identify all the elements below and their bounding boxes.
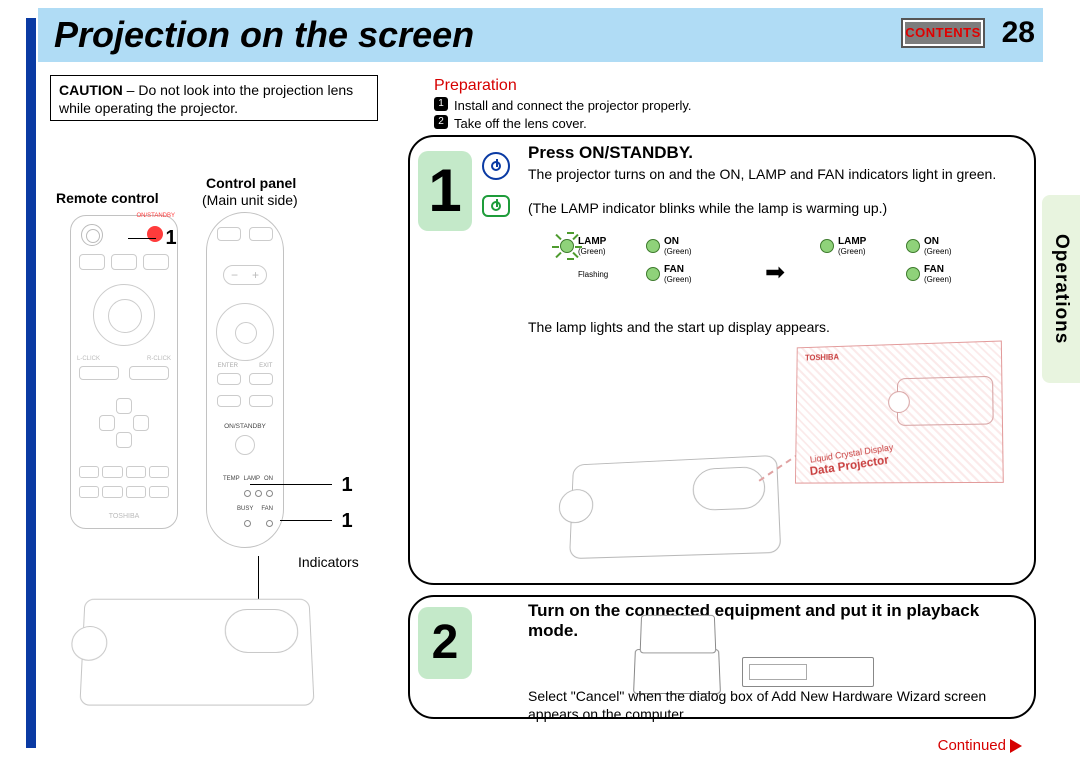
callout-1-leds: 1 — [334, 508, 360, 534]
remote-onstandby-label: ON/STANDBY — [136, 213, 175, 219]
preparation-title: Preparation — [434, 77, 517, 95]
screen-mini-projector-icon — [897, 376, 994, 426]
caution-bold: CAUTION — [59, 82, 123, 98]
page-number: 28 — [1002, 16, 1035, 50]
preparation-list: 1 Install and connect the projector prope… — [434, 97, 994, 133]
section-tab-label: Operations — [1050, 234, 1072, 344]
step-2-heading: Turn on the connected equipment and put … — [528, 601, 988, 642]
label-main-unit-side: (Main unit side) — [202, 192, 298, 208]
callout-1-panel: 1 — [334, 472, 360, 498]
panel-onstandby-label: ON/STANDBY — [207, 423, 283, 430]
remote-control-diagram: ON/STANDBY L-CLICK R-CLICK TOSHIBA — [70, 215, 178, 529]
remote-brand-label: TOSHIBA — [71, 513, 177, 520]
page-header: Projection on the screen CONTENTS 28 — [38, 8, 1043, 62]
panel-onstandby-button-icon — [235, 435, 255, 455]
step-2-panel: 2 Turn on the connected equipment and pu… — [408, 595, 1036, 719]
bullet-2-icon: 2 — [434, 115, 448, 129]
led-on-icon — [646, 239, 660, 253]
step-1-text-2: (The LAMP indicator blinks while the lam… — [528, 200, 1018, 216]
prep-item-2: Take off the lens cover. — [454, 115, 587, 133]
volume-rocker-icon: −+ — [223, 265, 267, 285]
remote-lclick-label: L-CLICK — [77, 356, 100, 362]
step-2-text: Select "Cancel" when the dialog box of A… — [528, 687, 1028, 723]
prep-item-1: Install and connect the projector proper… — [454, 97, 692, 115]
led-fan-icon — [906, 267, 920, 281]
caution-box: CAUTION – Do not look into the projectio… — [50, 75, 378, 121]
step-1-heading: Press ON/STANDBY. — [528, 143, 693, 163]
step-1-text-1: The projector turns on and the ON, LAMP … — [528, 165, 1018, 183]
led-lamp-flashing-icon — [560, 239, 574, 253]
label-indicators: Indicators — [298, 554, 359, 570]
continued-arrow-icon — [1010, 739, 1022, 753]
remote-laser-knob-icon — [81, 224, 103, 246]
step-1-number: 1 — [418, 151, 472, 231]
step-2-number: 2 — [418, 607, 472, 679]
indicator-diagram: LAMP (Green) ON (Green) Flashing — [560, 232, 990, 312]
panel-leds: TEMPLAMPON BUSYFAN — [219, 471, 273, 531]
led-fan-icon — [646, 267, 660, 281]
arrow-right-icon: ➡ — [765, 258, 785, 287]
remote-dpad-icon — [99, 398, 149, 448]
page-title: Projection on the screen — [38, 14, 474, 56]
step-1-text-3: The lamp lights and the start up display… — [528, 319, 1018, 335]
projector-diagram-left — [79, 599, 314, 706]
screen-brand: TOSHIBA — [805, 353, 839, 363]
power-icon-panel — [482, 195, 510, 217]
control-panel-diagram: −+ ENTEREXIT ON/STANDBY TEMPLAMPON BUSYF… — [206, 212, 284, 548]
vcr-icon — [742, 657, 874, 687]
side-stripe — [26, 18, 36, 748]
continued-label: Continued — [938, 737, 1022, 754]
projector-diagram-step1 — [569, 455, 781, 559]
step-1-panel: 1 Press ON/STANDBY. The projector turns … — [408, 135, 1036, 585]
remote-rclick-label: R-CLICK — [147, 356, 171, 362]
contents-button[interactable]: CONTENTS — [903, 20, 983, 46]
bullet-1-icon: 1 — [434, 97, 448, 111]
led-on-icon — [906, 239, 920, 253]
led-lamp-icon — [820, 239, 834, 253]
panel-dpad-icon — [216, 303, 274, 361]
label-remote-control: Remote control — [56, 190, 159, 206]
section-tab-operations[interactable]: Operations — [1042, 195, 1080, 383]
label-control-panel: Control panel — [206, 175, 296, 191]
callout-1-remote: 1 — [158, 225, 184, 251]
power-icon-remote — [482, 152, 510, 180]
remote-trackpad-icon — [93, 284, 155, 346]
projection-screen-diagram: TOSHIBA Liquid Crystal Display Data Proj… — [795, 340, 1004, 483]
